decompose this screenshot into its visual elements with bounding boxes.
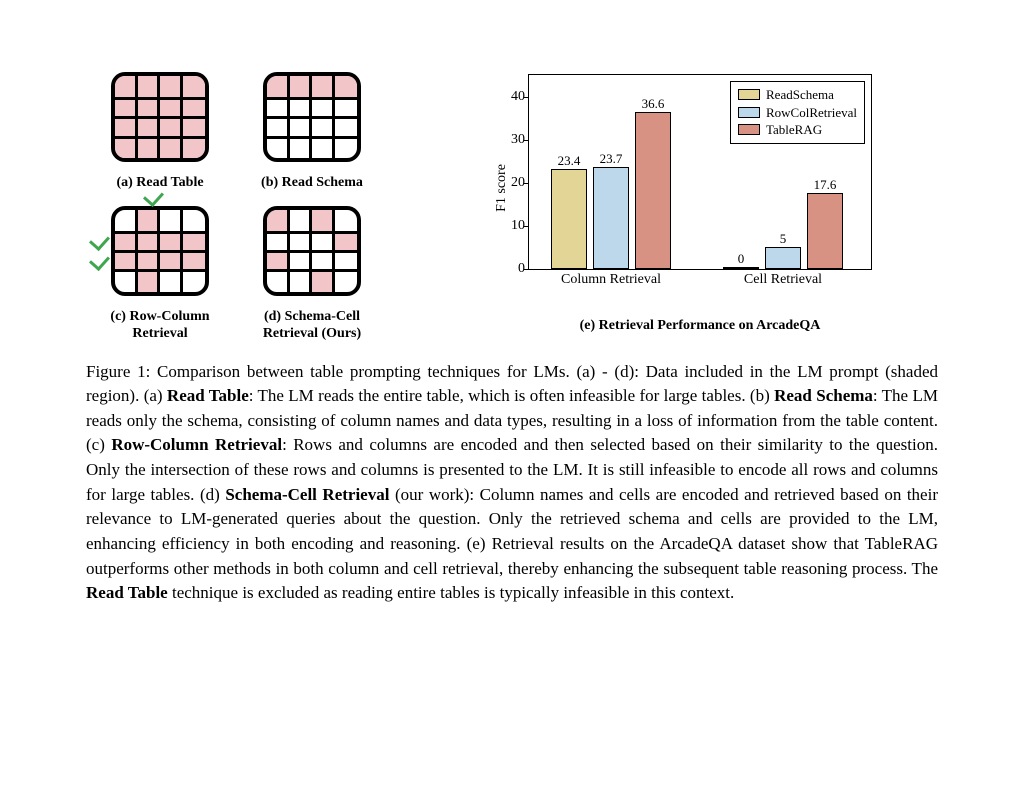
mini-tables-column: (a) Read Table (b) Read Schema bbox=[86, 68, 386, 343]
ytick-0: 0 bbox=[518, 261, 525, 277]
category-column-retrieval: Column Retrieval bbox=[551, 269, 671, 288]
panel-e: F1 score 0 10 20 30 40 23 bbox=[422, 68, 938, 343]
panel-c: (c) Row-Column Retrieval bbox=[96, 202, 224, 343]
panel-b-graphic bbox=[259, 68, 365, 168]
figure-caption: Figure 1: Comparison between table promp… bbox=[86, 360, 938, 606]
caption-text: : The LM reads the entire table, which i… bbox=[249, 386, 774, 405]
bar-readschema-col: 23.4 bbox=[551, 169, 587, 269]
legend-item-rowcol: RowColRetrieval bbox=[738, 104, 857, 122]
caption-bold-read-schema: Read Schema bbox=[774, 386, 873, 405]
checkmark-icon bbox=[89, 249, 110, 270]
bar-rowcol-cell: 5 bbox=[765, 247, 801, 269]
panel-a-label: (a) Read Table bbox=[116, 174, 203, 192]
bar-label: 36.6 bbox=[642, 96, 665, 113]
caption-bold-read-table-2: Read Table bbox=[86, 583, 168, 602]
caption-bold-row-column: Row-Column Retrieval bbox=[111, 435, 282, 454]
checkmark-icon bbox=[89, 229, 110, 250]
panel-c-graphic bbox=[107, 202, 213, 302]
figure-panels-row: (a) Read Table (b) Read Schema bbox=[86, 68, 938, 343]
panel-d-label-line2: Retrieval (Ours) bbox=[263, 326, 361, 341]
panel-a: (a) Read Table bbox=[96, 68, 224, 192]
chart-legend: ReadSchema RowColRetrieval TableRAG bbox=[730, 81, 865, 144]
legend-item-readschema: ReadSchema bbox=[738, 86, 857, 104]
caption-bold-schema-cell: Schema-Cell Retrieval bbox=[225, 485, 389, 504]
panel-d-graphic bbox=[259, 202, 365, 302]
chart-ylabel: F1 score bbox=[494, 164, 510, 212]
bar-label: 0 bbox=[738, 251, 745, 268]
legend-item-tablerag: TableRAG bbox=[738, 121, 857, 139]
category-cell-retrieval: Cell Retrieval bbox=[723, 269, 843, 288]
caption-bold-read-table: Read Table bbox=[167, 386, 249, 405]
bar-rowcol-col: 23.7 bbox=[593, 167, 629, 269]
mini-tables-top-row: (a) Read Table (b) Read Schema bbox=[86, 68, 386, 192]
bar-group-column-retrieval: 23.4 23.7 36.6 bbox=[551, 112, 671, 269]
panel-b: (b) Read Schema bbox=[248, 68, 376, 192]
panel-b-label: (b) Read Schema bbox=[261, 174, 363, 192]
bar-chart: F1 score 0 10 20 30 40 23 bbox=[470, 68, 890, 308]
chart-plot-area: 0 10 20 30 40 23.4 23.7 bbox=[528, 74, 872, 270]
bar-label: 17.6 bbox=[814, 177, 837, 194]
figure-page: (a) Read Table (b) Read Schema bbox=[0, 0, 1024, 653]
panel-c-label: (c) Row-Column Retrieval bbox=[110, 308, 209, 343]
panel-d: (d) Schema-Cell Retrieval (Ours) bbox=[248, 202, 376, 343]
panel-d-label-line1: (d) Schema-Cell bbox=[264, 309, 360, 324]
panel-c-label-line1: (c) Row-Column bbox=[110, 309, 209, 324]
ytick-10: 10 bbox=[511, 218, 525, 234]
bar-tablerag-cell: 17.6 bbox=[807, 193, 843, 269]
panel-e-label: (e) Retrieval Performance on ArcadeQA bbox=[540, 318, 821, 334]
bar-label: 23.4 bbox=[558, 153, 581, 170]
panel-d-label: (d) Schema-Cell Retrieval (Ours) bbox=[263, 308, 361, 343]
legend-label: ReadSchema bbox=[766, 86, 834, 104]
bar-label: 23.7 bbox=[600, 151, 623, 168]
legend-swatch-icon bbox=[738, 89, 760, 100]
bar-tablerag-col: 36.6 bbox=[635, 112, 671, 269]
legend-swatch-icon bbox=[738, 107, 760, 118]
legend-label: TableRAG bbox=[766, 121, 822, 139]
legend-label: RowColRetrieval bbox=[766, 104, 857, 122]
caption-text: technique is excluded as reading entire … bbox=[168, 583, 735, 602]
legend-swatch-icon bbox=[738, 124, 760, 135]
bar-label: 5 bbox=[780, 231, 787, 248]
ytick-30: 30 bbox=[511, 132, 525, 148]
ytick-20: 20 bbox=[511, 175, 525, 191]
panel-c-label-line2: Retrieval bbox=[132, 326, 187, 341]
panel-a-graphic bbox=[107, 68, 213, 168]
bar-group-cell-retrieval: 0 5 17.6 bbox=[723, 193, 843, 269]
mini-tables-bottom-row: (c) Row-Column Retrieval bbox=[86, 202, 386, 343]
ytick-40: 40 bbox=[511, 89, 525, 105]
